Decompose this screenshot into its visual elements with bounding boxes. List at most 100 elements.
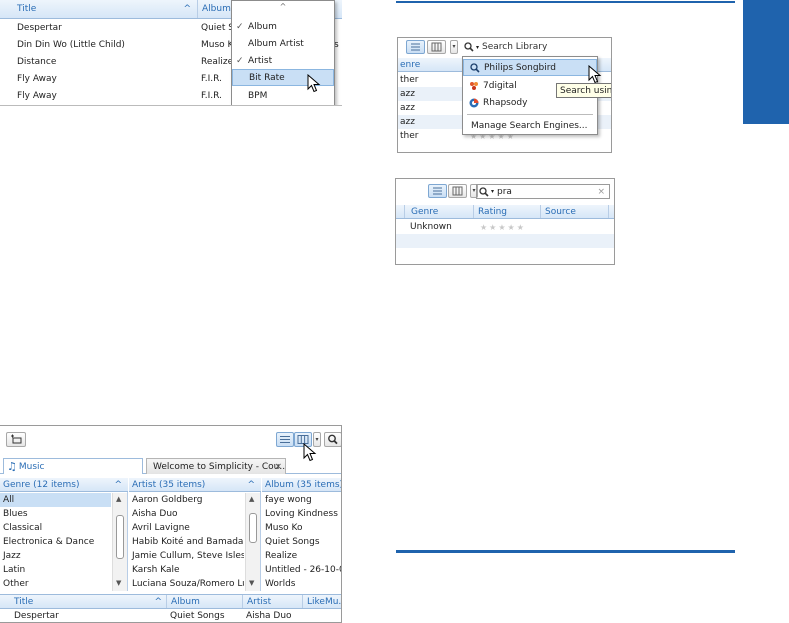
music-note-icon: ♫ [7, 460, 17, 473]
album-pane-header[interactable]: Album (35 items) [262, 478, 341, 492]
tab-music[interactable]: ♫ Music [3, 458, 143, 474]
search-engines-screenshot: ▾ ▾ Search Library enre ther azz azz azz… [397, 37, 612, 153]
list-icon [433, 187, 442, 195]
artist-column-header[interactable]: Artist [243, 595, 303, 608]
column-view-icon [431, 42, 442, 52]
bottom-rule [396, 550, 735, 553]
list-item[interactable]: Muso Ko [262, 521, 341, 535]
source-column-header[interactable]: Source [541, 205, 609, 218]
search-value: pra [497, 186, 512, 197]
filter-pane-button[interactable] [427, 40, 446, 54]
7digital-icon [470, 81, 478, 90]
table-row [396, 234, 614, 248]
chevron-down-icon: ▾ [476, 43, 480, 51]
title-column-header[interactable]: Title ^ [0, 595, 167, 608]
scrollbar[interactable]: ▲ ▼ [112, 493, 127, 591]
rhapsody-icon [469, 98, 479, 107]
list-item[interactable]: Loving Kindness & V [262, 507, 341, 521]
search-button[interactable] [324, 432, 341, 447]
table-row[interactable]: Despertar Quiet Songs Aisha Duo [0, 609, 341, 622]
top-rule [396, 1, 735, 3]
close-tab-icon[interactable]: × [274, 462, 282, 472]
manage-search-engines-item[interactable]: Manage Search Engines... [463, 117, 597, 134]
list-item[interactable]: Jazz [0, 549, 111, 563]
table-row [396, 248, 614, 262]
add-playlist-icon [11, 434, 22, 444]
list-item[interactable]: Habib Koité and Bamada [129, 535, 244, 549]
tab-welcome[interactable]: Welcome to Simplicity - Cou... × [146, 458, 286, 474]
list-item[interactable]: Latin [0, 563, 111, 577]
list-item[interactable]: All [0, 493, 111, 507]
genre-pane-header[interactable]: Genre (12 items) ^ [0, 478, 128, 492]
scroll-up-arrow[interactable]: ^ [232, 2, 334, 11]
scroll-up-arrow[interactable]: ▲ [249, 495, 254, 503]
search-engine-selector[interactable]: ▾ Search Library [464, 40, 610, 54]
genre-pane: Genre (12 items) ^ All Blues Classical E… [0, 478, 128, 591]
checkmark-icon: ✓ [236, 55, 244, 66]
table-row[interactable]: Unknown ★★★★★ [396, 220, 614, 234]
sort-ascending-icon: ^ [114, 479, 122, 490]
engine-philips-songbird[interactable]: Philips Songbird [463, 59, 597, 76]
mouse-cursor-icon [588, 65, 602, 85]
menu-item-album-artist[interactable]: Album Artist [232, 35, 334, 52]
list-item[interactable]: Quiet Songs [262, 535, 341, 549]
list-view-button[interactable] [406, 40, 425, 54]
list-item[interactable]: Jamie Cullum, Steve Isles [129, 549, 244, 563]
magnifier-icon [464, 42, 474, 52]
list-item[interactable]: faye wong [262, 493, 341, 507]
rating-stars[interactable]: ★★★★★ [480, 223, 526, 232]
list-item[interactable]: Avril Lavigne [129, 521, 244, 535]
filter-pane-screenshot: ▾ ♫ Music Welcome to Simplicity - Cou...… [0, 425, 342, 623]
column-picker-screenshot: Title ^ Album Despertar Quiet S Din Din … [0, 0, 342, 106]
list-item[interactable]: Luciana Souza/Romero Lu... [129, 577, 244, 591]
new-playlist-button[interactable] [6, 432, 26, 447]
list-item[interactable]: Untitled - 26-10-03 [262, 563, 341, 577]
track-list-header: Title ^ Album Artist LikeMu... [0, 594, 341, 609]
album-pane: Album (35 items) faye wong Loving Kindne… [262, 478, 341, 591]
likemusic-column-header[interactable]: LikeMu... [303, 595, 341, 608]
scroll-thumb[interactable] [249, 513, 257, 543]
scrollbar[interactable]: ▲ ▼ [245, 493, 260, 591]
list-item[interactable]: Realize [262, 549, 341, 563]
sort-ascending-icon: ^ [154, 596, 162, 607]
list-item[interactable]: Worlds [262, 577, 341, 591]
genre-column-header[interactable]: enre [398, 58, 460, 72]
album-column-header[interactable]: Album [167, 595, 243, 608]
scroll-up-arrow[interactable]: ▲ [116, 495, 121, 503]
scroll-down-arrow[interactable]: ▼ [249, 579, 254, 587]
view-dropdown-button[interactable]: ▾ [450, 40, 458, 54]
list-item[interactable]: Aaron Goldberg [129, 493, 244, 507]
filter-pane-button[interactable] [448, 184, 467, 198]
magnifier-icon [470, 62, 480, 73]
scroll-down-arrow[interactable]: ▼ [116, 579, 121, 587]
search-input[interactable]: ▾ pra × [476, 184, 610, 199]
rating-column-header[interactable]: Rating [474, 205, 541, 218]
artist-pane: Artist (35 items) ^ Aaron Goldberg Aisha… [129, 478, 261, 591]
list-item[interactable]: Aisha Duo [129, 507, 244, 521]
mouse-cursor-icon [307, 74, 321, 94]
sort-ascending-icon: ^ [183, 4, 191, 14]
menu-item-artist[interactable]: ✓ Artist [232, 52, 334, 69]
list-item[interactable]: Electronica & Dance [0, 535, 111, 549]
menu-item-album[interactable]: ✓ Album [232, 18, 334, 35]
menu-divider [467, 114, 593, 115]
clear-search-icon[interactable]: × [597, 187, 605, 197]
artist-pane-header[interactable]: Artist (35 items) ^ [129, 478, 261, 492]
tooltip: Search usin [556, 83, 611, 98]
list-icon [280, 436, 290, 443]
search-library-placeholder: Search Library [482, 42, 548, 52]
genre-column-header[interactable]: Genre [404, 205, 474, 218]
magnifier-icon [479, 186, 489, 197]
list-item[interactable]: Classical [0, 521, 111, 535]
chapter-tab [743, 0, 789, 124]
chevron-down-icon: ▾ [491, 188, 495, 195]
list-item[interactable]: Karsh Kale [129, 563, 244, 577]
table-header: Genre Rating Source [396, 205, 614, 219]
list-view-button[interactable] [428, 184, 447, 198]
scroll-thumb[interactable] [116, 515, 124, 559]
column-view-icon [452, 186, 463, 196]
list-view-button[interactable] [276, 432, 294, 447]
title-column-header[interactable]: Title ^ [0, 0, 198, 18]
list-item[interactable]: Other [0, 577, 111, 591]
list-item[interactable]: Blues [0, 507, 111, 521]
